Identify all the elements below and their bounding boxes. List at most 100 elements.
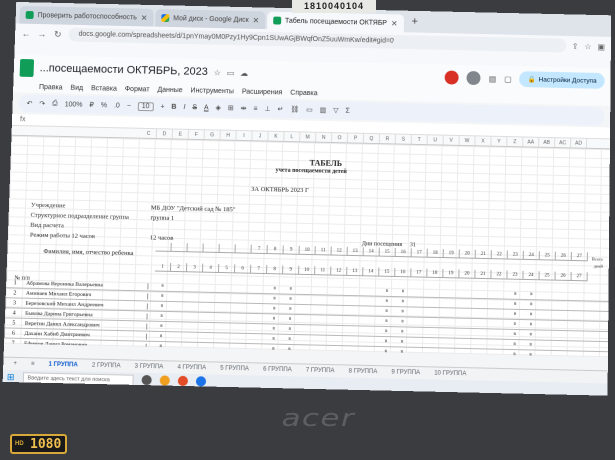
- attendance-cell[interactable]: [539, 341, 555, 351]
- column-header[interactable]: X: [475, 136, 492, 146]
- windows-start-icon[interactable]: ⊞: [7, 371, 15, 382]
- attendance-cell[interactable]: [234, 283, 250, 293]
- attendance-cell[interactable]: [427, 288, 443, 298]
- attendance-cell[interactable]: [427, 298, 443, 308]
- star-icon[interactable]: ☆: [214, 68, 221, 77]
- sheet-tab[interactable]: 10 ГРУППА: [434, 370, 466, 377]
- attendance-cell[interactable]: [186, 292, 202, 302]
- attendance-cell[interactable]: [297, 335, 313, 345]
- undo-icon[interactable]: ↶: [26, 100, 32, 108]
- attendance-cell[interactable]: [314, 335, 330, 345]
- attendance-cell[interactable]: [459, 319, 475, 329]
- column-header[interactable]: G: [204, 130, 221, 140]
- child-name[interactable]: Аминаев Михаил Егорович: [23, 290, 149, 299]
- attendance-cell[interactable]: в: [282, 305, 298, 315]
- column-header[interactable]: AC: [555, 138, 572, 148]
- column-header[interactable]: H: [220, 130, 237, 140]
- attendance-cell[interactable]: в: [523, 290, 539, 300]
- attendance-cell[interactable]: в: [506, 350, 522, 357]
- attendance-cell[interactable]: [186, 312, 202, 322]
- attendance-cell[interactable]: [475, 289, 491, 299]
- attendance-cell[interactable]: [346, 336, 362, 346]
- attendance-cell[interactable]: [233, 334, 249, 344]
- attendance-cell[interactable]: [555, 351, 571, 357]
- column-header[interactable]: C: [140, 128, 158, 139]
- menu-help[interactable]: Справка: [290, 89, 317, 97]
- attendance-cell[interactable]: в: [282, 315, 298, 325]
- star-bookmark-icon[interactable]: ☆: [584, 42, 591, 51]
- attendance-cell[interactable]: [234, 303, 250, 313]
- menu-format[interactable]: Формат: [125, 85, 150, 92]
- attendance-cell[interactable]: в: [523, 320, 539, 330]
- attendance-cell[interactable]: [427, 308, 443, 318]
- attendance-cell[interactable]: в: [266, 324, 282, 334]
- menu-tools[interactable]: Инструменты: [190, 87, 234, 95]
- attendance-cell[interactable]: [185, 333, 201, 343]
- opera-browser-icon[interactable]: [177, 375, 188, 387]
- attendance-cell[interactable]: [442, 318, 458, 328]
- attendance-cell[interactable]: [474, 349, 490, 357]
- merge-icon[interactable]: ⇹: [241, 104, 247, 112]
- attendance-cell[interactable]: [314, 305, 330, 315]
- menu-data[interactable]: Данные: [157, 86, 182, 93]
- bold-icon[interactable]: B: [171, 103, 176, 110]
- attendance-cell[interactable]: [251, 284, 267, 294]
- attendance-cell[interactable]: в: [523, 330, 539, 340]
- attendance-cell[interactable]: в: [281, 335, 297, 345]
- spreadsheet-grid[interactable]: C D E F G H I J K L M N O P Q R S T U V W X Y Z AA AB AC AD ТАБЕЛЬ …: [4, 125, 610, 358]
- attendance-cell[interactable]: в: [394, 337, 410, 347]
- attendance-cell[interactable]: [202, 303, 218, 313]
- sheet-tab[interactable]: 6 ГРУППА: [263, 367, 292, 374]
- sheet-tab[interactable]: 9 ГРУППА: [391, 370, 420, 377]
- meet-video-icon[interactable]: ▢: [504, 74, 512, 83]
- attendance-cell[interactable]: [329, 346, 345, 356]
- attendance-cell[interactable]: [347, 296, 363, 306]
- attendance-cell[interactable]: в: [281, 345, 297, 355]
- attendance-cell[interactable]: [490, 339, 506, 349]
- attendance-cell[interactable]: [330, 336, 346, 346]
- menu-extensions[interactable]: Расширения: [242, 88, 283, 96]
- attendance-cell[interactable]: [571, 331, 587, 341]
- attendance-cell[interactable]: [555, 311, 571, 321]
- attendance-cell[interactable]: [298, 305, 314, 315]
- attendance-cell[interactable]: [491, 299, 507, 309]
- close-tab-icon[interactable]: ✕: [253, 16, 260, 25]
- attendance-cell[interactable]: в: [153, 332, 169, 342]
- column-header[interactable]: P: [347, 133, 365, 143]
- attendance-cell[interactable]: [474, 329, 490, 339]
- attendance-cell[interactable]: [202, 293, 218, 303]
- column-header[interactable]: J: [252, 131, 269, 141]
- attendance-cell[interactable]: [217, 343, 233, 353]
- attendance-cell[interactable]: [571, 291, 587, 301]
- currency-icon[interactable]: ₽: [89, 101, 94, 109]
- extensions-icon[interactable]: ▣: [597, 42, 605, 51]
- task-view-icon[interactable]: [141, 374, 152, 386]
- font-size-plus-icon[interactable]: +: [160, 103, 164, 110]
- attendance-cell[interactable]: [411, 297, 427, 307]
- strikethrough-icon[interactable]: S: [192, 104, 197, 111]
- attendance-cell[interactable]: в: [283, 284, 299, 294]
- attendance-cell[interactable]: [313, 346, 329, 356]
- attendance-cell[interactable]: в: [282, 295, 298, 305]
- attendance-cell[interactable]: [218, 293, 234, 303]
- column-header[interactable]: R: [379, 134, 396, 144]
- attendance-cell[interactable]: [218, 313, 234, 323]
- column-header[interactable]: Q: [363, 133, 381, 144]
- attendance-cell[interactable]: [330, 326, 346, 336]
- attendance-cell[interactable]: [249, 344, 265, 354]
- attendance-cell[interactable]: [555, 291, 571, 301]
- functions-icon[interactable]: Σ: [345, 107, 349, 114]
- attendance-cell[interactable]: [249, 334, 265, 344]
- attendance-cell[interactable]: [217, 333, 233, 343]
- column-header[interactable]: Z: [507, 137, 524, 147]
- column-header[interactable]: M: [300, 132, 317, 142]
- fill-color-icon[interactable]: ◈: [215, 104, 221, 112]
- column-header[interactable]: I: [236, 130, 253, 141]
- attendance-cell[interactable]: [411, 307, 427, 317]
- attendance-cell[interactable]: [201, 333, 217, 343]
- attendance-cell[interactable]: в: [378, 347, 394, 357]
- attendance-cell[interactable]: в: [507, 300, 523, 310]
- attendance-cell[interactable]: [314, 295, 330, 305]
- comment-icon[interactable]: ▭: [306, 106, 313, 114]
- sheets-logo-icon[interactable]: [19, 58, 35, 77]
